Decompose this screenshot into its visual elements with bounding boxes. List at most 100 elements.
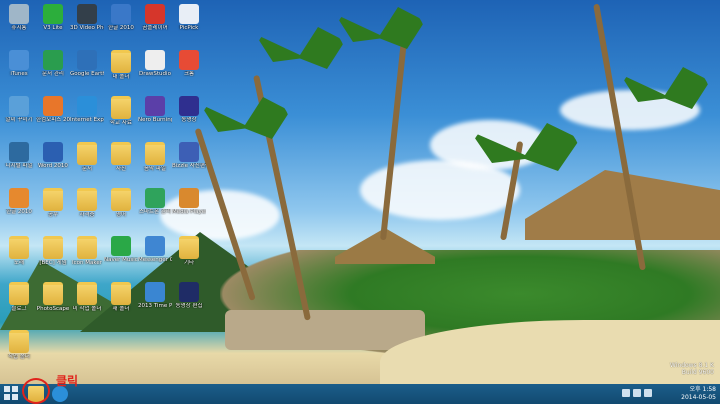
windows-logo-icon <box>4 386 10 392</box>
palm-fronds <box>335 7 425 49</box>
desktop-icon-label: 작업 폴더 <box>8 354 30 360</box>
palm-fronds <box>255 27 345 69</box>
desktop-icon-label: V3 Lite <box>43 25 63 31</box>
flag-icon[interactable] <box>644 389 652 397</box>
network-icon[interactable] <box>622 389 630 397</box>
desktop-icon[interactable]: Bizzle 사진편집 <box>172 142 206 169</box>
desktop-icon[interactable]: 내 폴더 <box>104 50 138 80</box>
app-icon <box>43 50 63 70</box>
desktop-icon-label: 동영상 편집 <box>175 303 203 309</box>
desktop-icon-label: 기타 <box>183 260 195 266</box>
app-icon <box>179 188 199 208</box>
desktop-icon[interactable]: Internet Explorer <box>70 96 104 123</box>
desktop-icon-label: Messenger Center <box>138 257 172 263</box>
clock-date: 2014-05-05 <box>681 394 716 401</box>
desktop-icon[interactable]: 한글 2010 <box>104 4 138 31</box>
desktop-icon[interactable]: V3 Lite <box>36 4 70 31</box>
desktop-icon[interactable]: Messenger Center <box>138 236 172 263</box>
windows-watermark: Windows 8.1 K Build 9600 <box>669 362 714 376</box>
clock-time: 오후 1:58 <box>689 386 716 393</box>
folder-icon <box>77 188 97 211</box>
desktop-icon[interactable]: 노래 <box>2 236 36 266</box>
desktop-icon[interactable]: 2013 Time Planner <box>138 282 172 309</box>
app-icon <box>43 4 63 24</box>
desktop-icon-label: 내 폴더 <box>112 74 130 80</box>
app-icon <box>9 188 29 208</box>
desktop-icon[interactable]: 블로그 <box>2 282 36 312</box>
desktop-icon[interactable]: 동영상 <box>172 96 206 123</box>
desktop-icon[interactable]: PicPick <box>172 4 206 31</box>
app-icon <box>179 282 199 302</box>
app-icon <box>9 4 29 24</box>
desktop-icon[interactable]: 영어 <box>104 188 138 218</box>
desktop-icon[interactable]: 새 폴더 <box>104 282 138 312</box>
desktop-icon[interactable]: Icon Maker <box>70 236 104 266</box>
desktop-icon[interactable]: 문서 관리 <box>36 50 70 77</box>
desktop-icon[interactable]: Media Player Classic <box>172 188 206 215</box>
desktop-icon-label: [BEC] 게임 <box>39 260 67 266</box>
desktop-icon-label: Icon Maker <box>72 260 102 266</box>
desktop-icon[interactable]: 동영상 편집 <box>172 282 206 309</box>
taskbar: 오후 1:58 2014-05-05 <box>0 384 720 404</box>
desktop-icon[interactable]: 곰플레이어 <box>138 4 172 31</box>
desktop-icon-label: 곰플레이어 <box>142 25 168 31</box>
desktop-icon-label: 사진 <box>115 166 127 172</box>
clock[interactable]: 오후 1:58 2014-05-05 <box>656 386 716 402</box>
app-icon <box>145 4 165 24</box>
folder-icon <box>145 142 165 165</box>
desktop-icon[interactable]: iTunes <box>2 50 36 77</box>
desktop-icon-label: 스마트폰 관리 <box>138 209 172 215</box>
desktop-icon-label: 알씨 꾸미기 <box>5 117 33 123</box>
folder-icon <box>77 236 97 259</box>
desktop-icon[interactable]: 음악 파일 <box>138 142 172 172</box>
desktop-icon-label: Google Earth <box>70 71 104 77</box>
folder-icon <box>111 282 131 305</box>
desktop-icon[interactable]: 사진 <box>104 142 138 172</box>
desktop-icon-label: Word 2010 <box>38 163 68 169</box>
desktop-icon[interactable]: 한글 2010 <box>2 188 36 215</box>
desktop-icon[interactable]: [BEC] 게임 <box>36 236 70 266</box>
desktop-icon[interactable]: Google Earth <box>70 50 104 77</box>
rock-wall <box>225 310 425 350</box>
desktop-icon[interactable]: 작업 폴더 <box>2 330 36 360</box>
desktop-icon[interactable]: 한컴오피스 2010 <box>36 96 70 123</box>
desktop-icon[interactable]: PhotoScape <box>36 282 70 312</box>
desktop-icon-label: Naver Music Download <box>104 257 138 263</box>
volume-icon[interactable] <box>633 389 641 397</box>
desktop-icon[interactable]: 3D Video Photo Viewer <box>70 4 104 31</box>
desktop-icon[interactable]: 스마트폰 관리 <box>138 188 172 215</box>
hut <box>525 170 720 240</box>
desktop-icon[interactable]: 크롬 <box>172 50 206 77</box>
desktop-icon[interactable]: 미 작업 폴더 <box>70 282 104 312</box>
folder-icon <box>9 236 29 259</box>
app-icon <box>145 188 165 208</box>
desktop-icon-label: 3D Video Photo Viewer <box>70 25 104 31</box>
desktop-icon-label: 크롬 <box>183 71 195 77</box>
app-icon <box>9 96 29 116</box>
desktop-icon[interactable]: 공부 <box>36 188 70 218</box>
desktop-icon[interactable]: 알씨 꾸미기 <box>2 96 36 123</box>
desktop-icon[interactable]: 디지털 파일 <box>2 142 36 169</box>
app-icon <box>145 96 165 116</box>
desktop-icon-label: 한글 2010 <box>6 209 32 215</box>
desktop-icon[interactable]: 문서 <box>70 142 104 172</box>
desktop-icon[interactable]: DrawStudio <box>138 50 172 77</box>
desktop-icon[interactable]: 기타 <box>172 236 206 266</box>
desktop-icon-label: Media Player Classic <box>172 209 206 215</box>
app-icon <box>77 96 97 116</box>
desktop-icon-label: 문서 <box>81 166 93 172</box>
desktop-icon-label: 영어 <box>115 212 127 218</box>
desktop-icon-label: 한글 2010 <box>108 25 134 31</box>
desktop-icon[interactable]: 자격증 <box>70 188 104 218</box>
desktop-icon-label: Nero Burning ShortList <box>138 117 172 123</box>
start-button[interactable] <box>4 386 20 402</box>
folder-icon <box>43 236 63 259</box>
desktop-icon[interactable]: 학교 자료 <box>104 96 138 126</box>
desktop-icon[interactable]: Nero Burning ShortList <box>138 96 172 123</box>
desktop-icon[interactable]: 휴지통 <box>2 4 36 31</box>
desktop-icon-label: 문서 관리 <box>42 71 64 77</box>
desktop-icon-label: 한컴오피스 2010 <box>36 117 70 123</box>
desktop-icon[interactable]: Naver Music Download <box>104 236 138 263</box>
app-icon <box>77 4 97 24</box>
desktop-icon[interactable]: Word 2010 <box>36 142 70 169</box>
